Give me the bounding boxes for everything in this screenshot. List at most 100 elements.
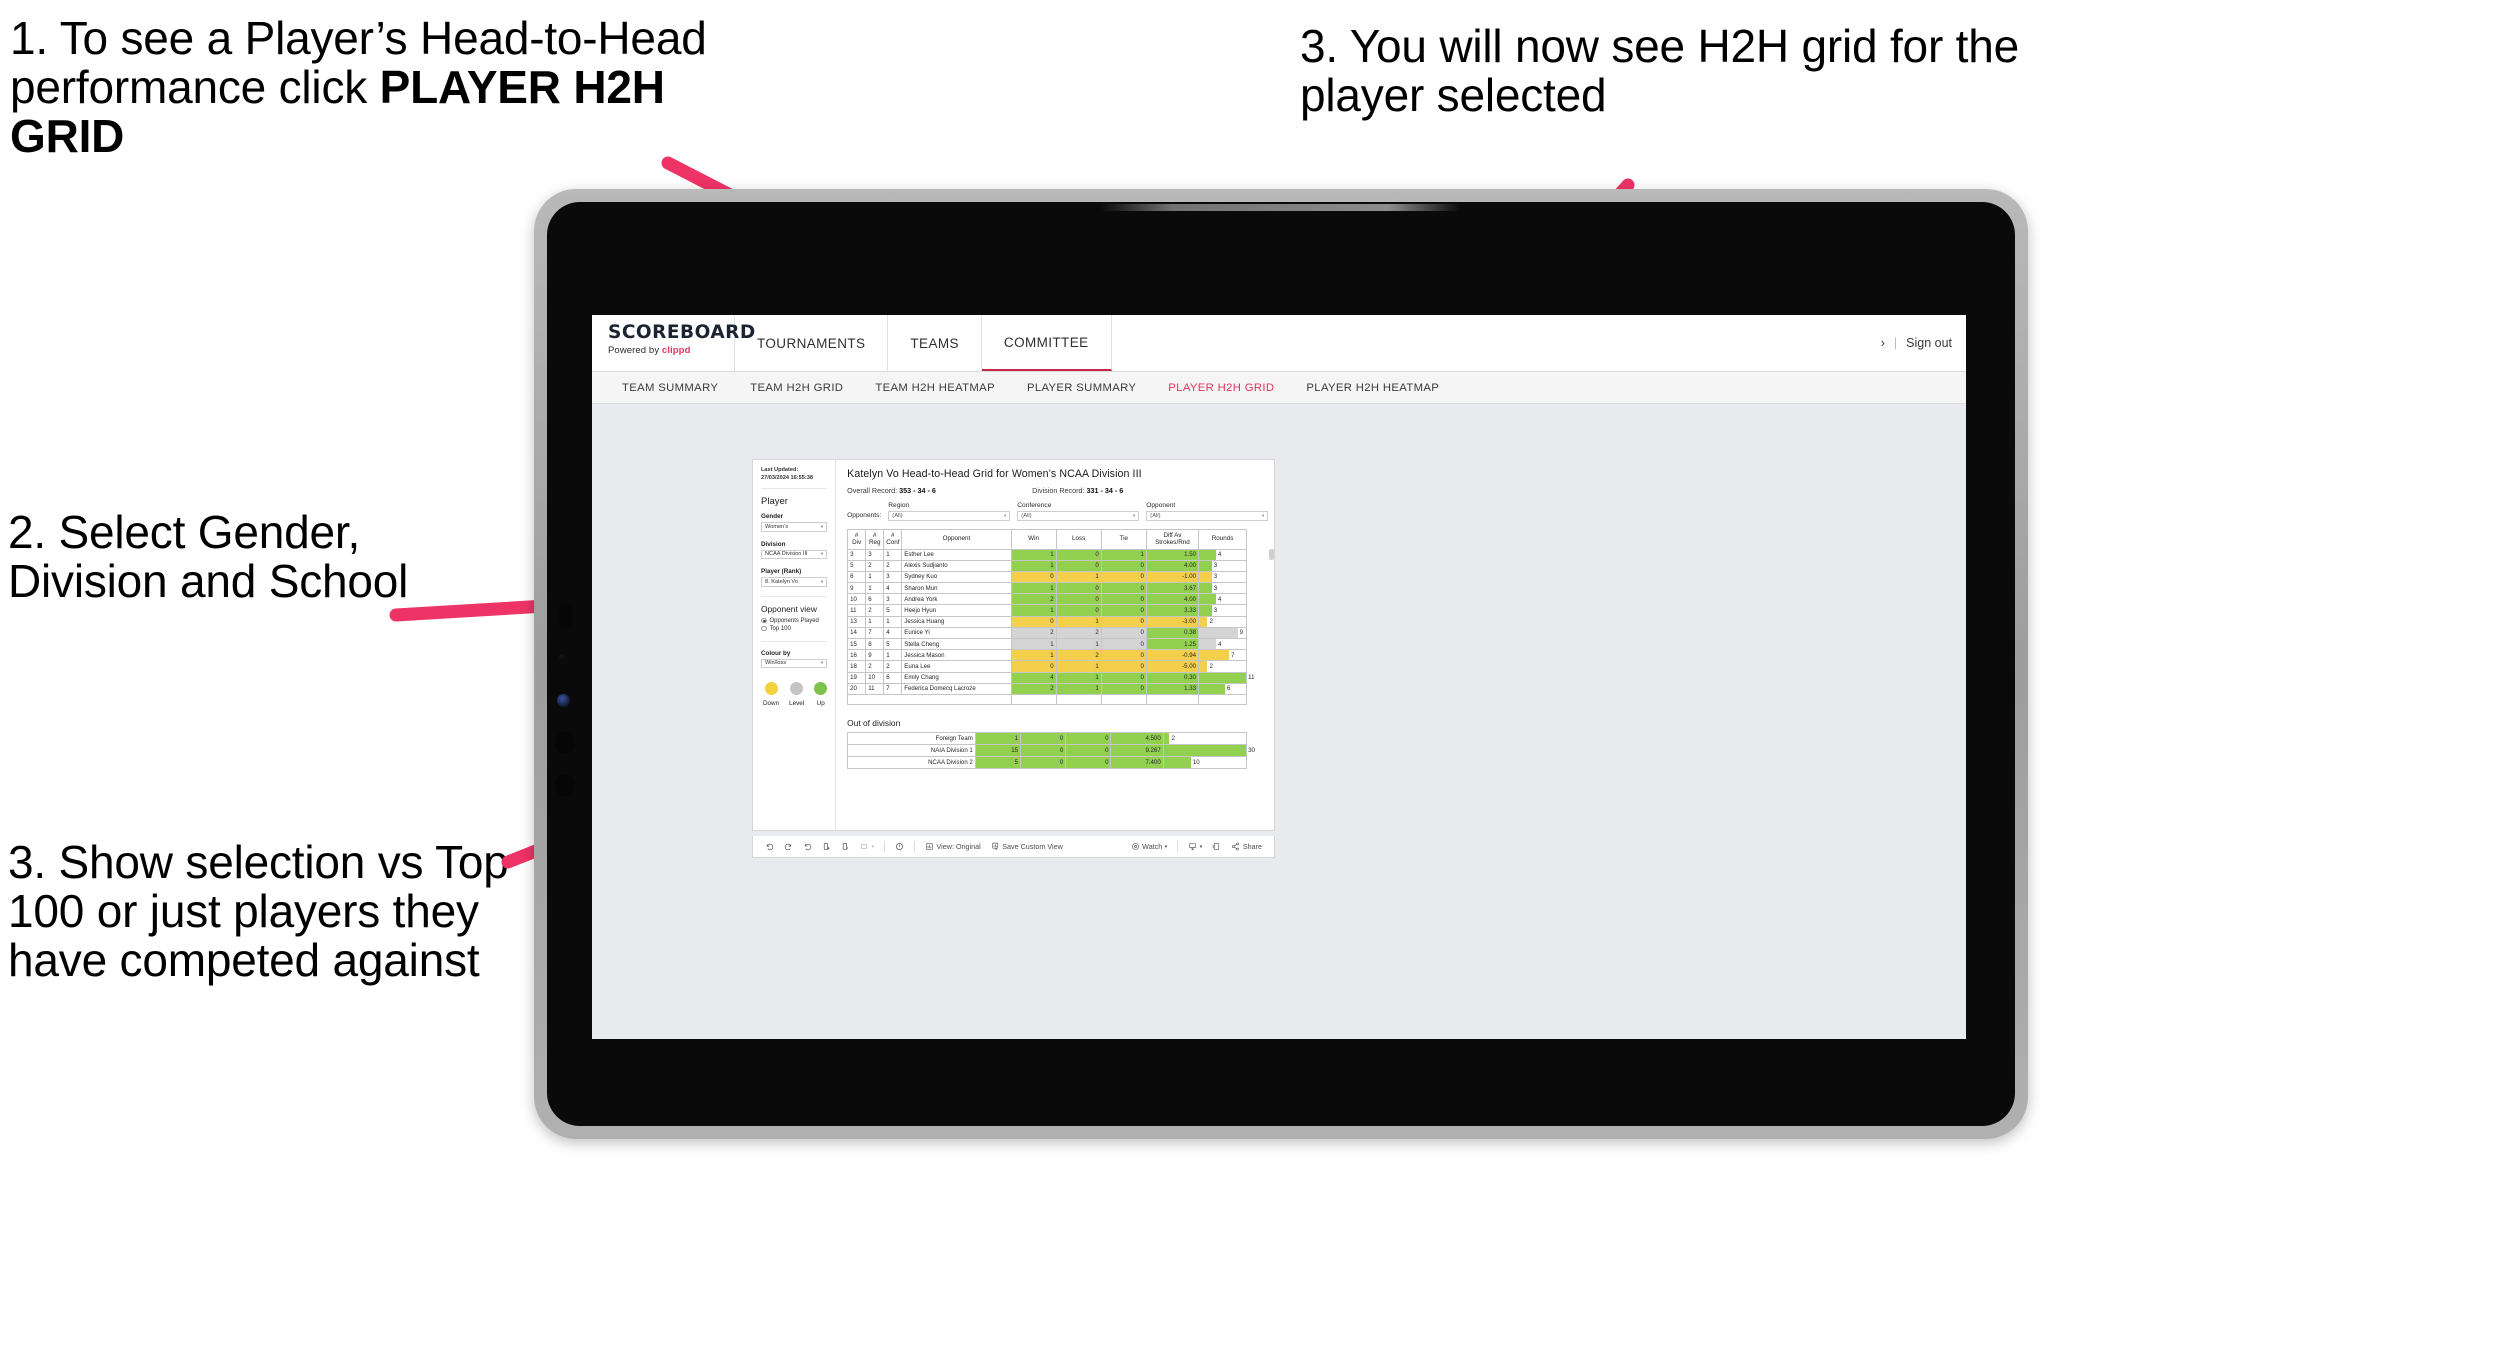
cell-tie: 1	[1100, 548, 1147, 561]
pause-updates-button[interactable]	[836, 842, 855, 851]
filter-pane: Last Updated: 27/03/2024 16:55:38 Player…	[753, 460, 837, 830]
col-header-opponent[interactable]: Opponent	[901, 528, 1012, 550]
table-row[interactable]: 10 6 3 Andrea York 2 0 0 4.00 4	[847, 593, 1248, 606]
tablet-speaker-strip	[1101, 204, 1461, 211]
table-row[interactable]: 13 1 1 Jessica Huang 0 1 0 -3.00 2	[847, 615, 1248, 628]
chevron-right-icon[interactable]: ›	[1881, 336, 1885, 350]
cell-reg: 8	[865, 637, 885, 651]
refresh-data-button[interactable]	[817, 842, 836, 851]
cell-reg: 6	[865, 593, 885, 606]
out-of-division-row[interactable]: Foreign Team 1 0 0 4.500 2	[847, 732, 1248, 746]
nav-item-committee[interactable]: COMMITTEE	[981, 315, 1112, 371]
col-header-conf[interactable]: # Conf	[883, 528, 903, 550]
dashboard-sheet: Last Updated: 27/03/2024 16:55:38 Player…	[752, 459, 1275, 831]
cell-tie: 0	[1100, 682, 1147, 695]
cell-diff-av-strokes: 1.50	[1145, 548, 1199, 561]
cell-tie: 0	[1065, 756, 1112, 770]
table-row[interactable]: 19 10 6 Emily Chang 4 1 0 0.30 11	[847, 671, 1255, 684]
table-row[interactable]: 5 2 2 Alexis Sudjianto 1 0 0 4.00 3	[847, 559, 1248, 572]
table-row[interactable]: 15 8 5 Stella Cheng 1 1 0 1.25 4	[847, 637, 1248, 651]
opponents-filter-label: Opponents:	[847, 511, 882, 519]
cell-div: 20	[847, 682, 867, 695]
revert-button[interactable]	[798, 842, 817, 851]
download-button[interactable]: ▾	[1183, 842, 1207, 851]
filter-region-select[interactable]: (All) ▾	[888, 511, 1011, 521]
tab-player-h2h-grid[interactable]: PLAYER H2H GRID	[1152, 382, 1290, 394]
table-row[interactable]: 16 9 1 Jessica Mason 1 2 0 -0.94 7	[847, 649, 1248, 662]
col-header-win[interactable]: Win	[1010, 528, 1057, 550]
undo-button[interactable]	[760, 842, 779, 851]
chevron-down-icon: ▾	[1199, 843, 1203, 850]
cell-reg: 2	[865, 660, 885, 673]
tab-team-h2h-heatmap[interactable]: TEAM H2H HEATMAP	[859, 382, 1011, 394]
col-header-diff-av-strokes[interactable]: Diff Av Strokes/Rnd	[1145, 528, 1199, 550]
cell-opponent: Jessica Mason	[901, 649, 1012, 662]
cell-div: 3	[847, 548, 867, 561]
cell-diff-av-strokes: -0.94	[1145, 649, 1199, 662]
cell-division-name: Foreign Team	[847, 732, 976, 746]
cell-loss: 2	[1055, 626, 1102, 640]
nav-item-teams[interactable]: TEAMS	[888, 315, 982, 371]
col-header-tie[interactable]: Tie	[1100, 528, 1147, 550]
out-of-division-row[interactable]: NCAA Division 2 5 0 0 7.400 10	[847, 756, 1248, 770]
new-worksheet-button[interactable]: ▾	[855, 842, 879, 851]
tab-player-summary[interactable]: PLAYER SUMMARY	[1011, 382, 1152, 394]
player-rank-value: 8. Katelyn Vo	[765, 578, 798, 585]
cell-tie: 0	[1100, 626, 1147, 640]
radio-top-100[interactable]: Top 100	[761, 626, 827, 632]
new-worksheet-icon	[860, 842, 869, 851]
pause-updates-icon	[841, 842, 850, 851]
table-row[interactable]: 9 1 4 Sharon Mun 1 0 0 3.67 3	[847, 582, 1248, 595]
tab-player-h2h-heatmap[interactable]: PLAYER H2H HEATMAP	[1290, 382, 1455, 394]
table-row[interactable]: 3 3 1 Esther Lee 1 0 1 1.50 4	[847, 548, 1248, 561]
cell-conf: 2	[883, 660, 903, 673]
redo-button[interactable]	[779, 842, 798, 851]
table-row[interactable]: 14 7 4 Eunice Yi 2 2 0 0.38 9	[847, 626, 1248, 640]
cell-rounds: 2	[1197, 615, 1248, 628]
out-of-division-row[interactable]: NAIA Division 1 15 0 0 9.267 30	[847, 744, 1255, 758]
col-header-div[interactable]: # Div	[847, 528, 867, 550]
tab-team-h2h-grid[interactable]: TEAM H2H GRID	[734, 382, 859, 394]
player-rank-select[interactable]: 8. Katelyn Vo ▾	[761, 577, 828, 587]
grid-view: Katelyn Vo Head-to-Head Grid for Women’s…	[836, 460, 1278, 830]
legend-dot-level-icon	[790, 682, 804, 696]
table-row[interactable]: 20 11 7 Federica Domecq Lacroze 2 1 0 1.33 6	[847, 682, 1248, 695]
table-row[interactable]: 11 2 5 Heejo Hyun 1 0 0 3.33 3	[847, 604, 1248, 617]
share-button[interactable]: Share	[1226, 842, 1267, 851]
alerts-icon	[895, 842, 904, 851]
save-custom-view-button[interactable]: Save Custom View	[986, 842, 1068, 851]
table-row[interactable]: 18 2 2 Euna Lee 0 1 0 -5.00 2	[847, 660, 1248, 673]
tab-team-summary[interactable]: TEAM SUMMARY	[606, 382, 734, 394]
col-header-loss[interactable]: Loss	[1055, 528, 1102, 550]
sign-out-link[interactable]: Sign out	[1906, 336, 1952, 350]
division-select[interactable]: NCAA Division III ▾	[761, 549, 828, 560]
alerts-button[interactable]	[890, 842, 909, 851]
cell-empty	[1055, 693, 1102, 706]
chevron-down-icon: ▾	[820, 578, 824, 584]
cell-diff-av-strokes: 4.500	[1110, 732, 1164, 746]
cell-loss: 0	[1055, 559, 1102, 572]
col-header-reg[interactable]: # Reg	[865, 528, 885, 550]
table-row[interactable]: 6 1 3 Sydney Kuo 0 1 0 -1.00 3	[847, 570, 1248, 584]
brand-logo[interactable]: SCOREBOARD Powered by clippd	[592, 315, 755, 371]
view-original-button[interactable]: View: Original	[920, 842, 986, 851]
tablet-volume-down-button	[555, 774, 575, 796]
cell-diff-av-strokes: -5.00	[1145, 660, 1199, 673]
cell-tie: 0	[1100, 637, 1147, 651]
nav-item-tournaments[interactable]: TOURNAMENTS	[735, 315, 889, 371]
vertical-scrollbar[interactable]	[1269, 548, 1275, 560]
cell-opponent: Federica Domecq Lacroze	[901, 682, 1012, 695]
gender-select[interactable]: Women’s ▾	[761, 522, 828, 532]
filter-opponent-select[interactable]: (All) ▾	[1146, 511, 1269, 521]
filter-conference-select[interactable]: (All) ▾	[1017, 511, 1140, 521]
cell-rounds: 10	[1162, 756, 1248, 770]
col-header-rounds[interactable]: Rounds	[1197, 528, 1248, 550]
cell-div: 14	[847, 626, 867, 640]
cell-empty	[1100, 693, 1147, 706]
chevron-down-icon: ▾	[820, 523, 824, 529]
watch-button[interactable]: Watch ▾	[1126, 842, 1173, 851]
cell-division-name: NCAA Division 2	[847, 756, 976, 770]
radio-opponents-played[interactable]: Opponents Played	[761, 618, 827, 624]
colour-by-select[interactable]: Win/loss ▾	[761, 658, 828, 669]
fullscreen-button[interactable]	[1207, 842, 1226, 851]
